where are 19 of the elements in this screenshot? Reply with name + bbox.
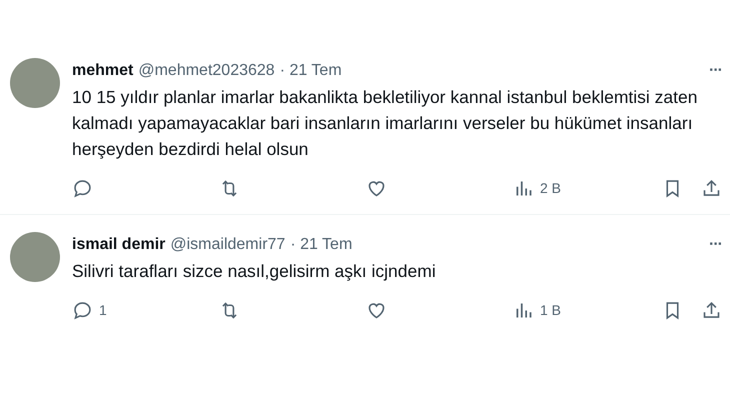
tweet-date[interactable]: · 21 Tem [290,236,352,254]
tweet-text: Silivri tarafları sizce nasıl,gelisirm aşkı icjndemi [72,260,437,283]
display-name[interactable]: mehmet [72,62,134,80]
reply-icon[interactable] [72,178,93,198]
avatar-photo-placeholder[interactable] [10,58,60,108]
view-count: 1 B [540,302,562,318]
tweet-date[interactable]: · 21 Tem [280,62,342,80]
reply-count: 1 [99,302,107,318]
user-handle[interactable]: @ismaildemir77 [170,236,286,254]
view-count: 2 B [540,180,562,196]
display-name[interactable]: ismail demir [72,236,166,254]
share-icon[interactable] [701,300,722,320]
share-icon[interactable] [701,178,722,198]
more-menu-button[interactable]: ··· [709,62,722,80]
avatar-photo-placeholder[interactable] [10,232,60,282]
more-menu-button[interactable]: ··· [709,236,722,254]
tweet-text: 10 15 yıldır planlar imarlar bakanlikta bekletiliyor kannal istanbul beklemtisi zaten kalmadı yapamayacaklar bari insanların imarlarını verseler bu hükümet insanları herşeyden bezdirdi helal olsun [72,86,698,161]
user-handle[interactable]: @mehmet2023628 [138,62,275,80]
reply-icon[interactable] [72,300,93,320]
